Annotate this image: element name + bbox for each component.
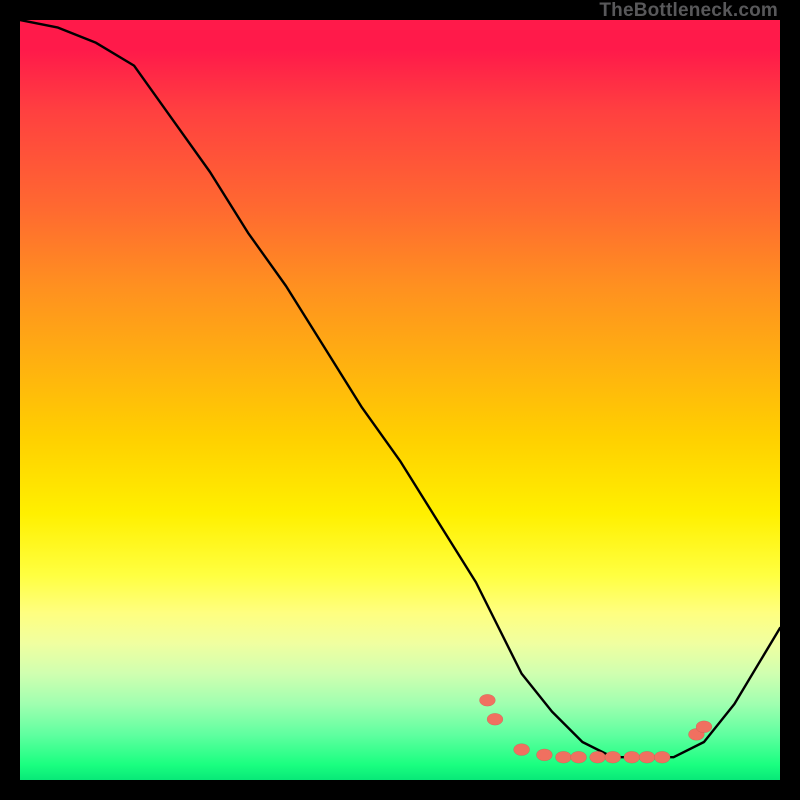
data-marker bbox=[605, 751, 621, 763]
curve-markers bbox=[479, 694, 712, 763]
data-marker bbox=[654, 751, 670, 763]
curve-layer bbox=[20, 20, 780, 780]
data-marker bbox=[571, 751, 587, 763]
data-marker bbox=[487, 713, 503, 725]
data-marker bbox=[536, 749, 552, 761]
data-marker bbox=[688, 728, 704, 740]
data-marker bbox=[639, 751, 655, 763]
data-marker bbox=[479, 694, 495, 706]
attribution-label: TheBottleneck.com bbox=[599, 0, 778, 22]
data-marker bbox=[624, 751, 640, 763]
data-marker bbox=[514, 744, 530, 756]
data-marker bbox=[590, 751, 606, 763]
plot-area bbox=[20, 20, 780, 780]
bottleneck-curve bbox=[20, 20, 780, 757]
chart-frame: TheBottleneck.com bbox=[0, 0, 800, 800]
data-marker bbox=[696, 721, 712, 733]
data-marker bbox=[555, 751, 571, 763]
